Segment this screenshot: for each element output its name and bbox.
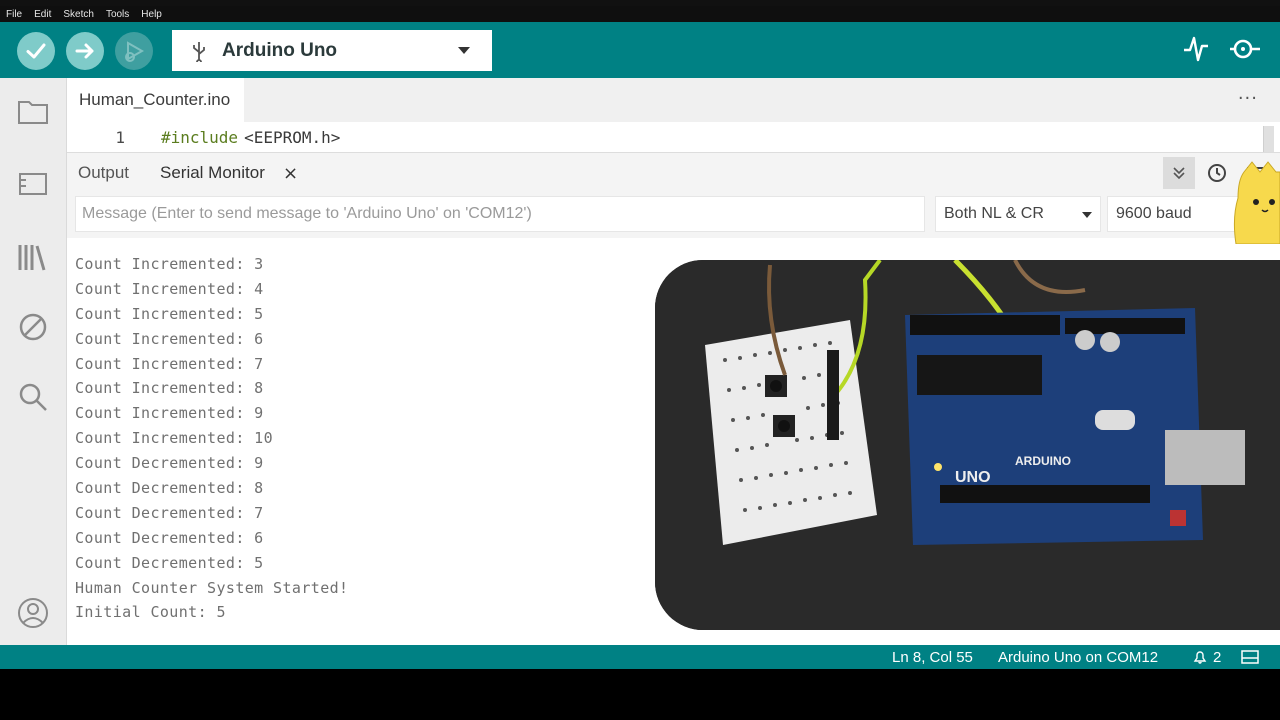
breadboard-arduino-image: UNO ARDUINO — [655, 260, 1280, 630]
serial-line: Count Incremented: 6 — [75, 329, 264, 348]
line-ending-value: Both NL & CR — [944, 205, 1044, 222]
library-icon[interactable] — [16, 240, 50, 274]
serial-line: Count Incremented: 8 — [75, 379, 264, 398]
debug-icon — [125, 41, 145, 62]
timestamp-button[interactable] — [1201, 157, 1233, 189]
serial-line: Count Incremented: 7 — [75, 354, 264, 373]
message-row: Message (Enter to send message to 'Ardui… — [67, 194, 1280, 238]
serial-line: Count Decremented: 7 — [75, 503, 264, 522]
menu-sketch[interactable]: Sketch — [57, 9, 100, 20]
tab-output[interactable]: Output — [78, 163, 129, 183]
pulse-icon — [1184, 36, 1208, 62]
bell-icon[interactable] — [1192, 649, 1208, 665]
svg-text:UNO: UNO — [955, 469, 991, 486]
serial-line: Count Incremented: 5 — [75, 304, 264, 323]
tab-serial-monitor[interactable]: Serial Monitor — [160, 163, 265, 183]
menu-file[interactable]: File — [0, 9, 28, 20]
board-selector[interactable]: Arduino Uno — [172, 30, 492, 71]
serial-line: Count Decremented: 6 — [75, 528, 264, 547]
tab-human-counter[interactable]: Human_Counter.ino — [67, 78, 245, 122]
serial-line: Count Decremented: 8 — [75, 479, 264, 498]
code-include: <EEPROM.h> — [244, 127, 341, 147]
message-input[interactable]: Message (Enter to send message to 'Ardui… — [75, 196, 925, 232]
chevron-down-icon — [1082, 212, 1092, 218]
menu-bar: File Edit Sketch Tools Help — [0, 6, 1280, 22]
status-bar: Ln 8, Col 55 Arduino Uno on COM12 2 — [0, 645, 1280, 669]
usb-icon — [193, 41, 205, 62]
letterbox-bottom — [0, 669, 1280, 720]
serial-line: Count Incremented: 9 — [75, 404, 264, 423]
menu-edit[interactable]: Edit — [28, 9, 57, 20]
debug-button[interactable] — [115, 32, 153, 70]
serial-lines: Count Incremented: 3 Count Incremented: … — [75, 252, 349, 625]
autoscroll-button[interactable] — [1163, 157, 1195, 189]
close-icon[interactable]: × — [283, 163, 298, 184]
menu-help[interactable]: Help — [135, 9, 168, 20]
more-actions-button[interactable]: ··· — [1238, 88, 1258, 109]
double-chevron-down-icon — [1173, 167, 1185, 180]
serial-line: Count Incremented: 10 — [75, 429, 274, 448]
clock-icon — [1208, 164, 1226, 182]
board-port-status[interactable]: Arduino Uno on COM12 — [998, 649, 1158, 666]
serial-line: Human Counter System Started! — [75, 578, 349, 597]
panel-toggle-icon[interactable] — [1241, 650, 1259, 664]
code-line[interactable]: 1 #include <EEPROM.h> — [67, 122, 1280, 152]
debug-disabled-icon[interactable] — [16, 310, 50, 344]
serial-plotter-button[interactable] — [1182, 34, 1210, 68]
board-manager-icon[interactable] — [16, 166, 50, 200]
code-keyword: #include — [161, 127, 239, 147]
svg-text:ARDUINO: ARDUINO — [1015, 454, 1071, 468]
serial-line: Initial Count: 5 — [75, 603, 226, 622]
arrow-right-icon — [75, 43, 94, 59]
editor-scrollbar[interactable] — [1263, 126, 1274, 152]
serial-line: Count Incremented: 4 — [75, 279, 264, 298]
verify-button[interactable] — [17, 32, 55, 70]
menu-tools[interactable]: Tools — [100, 9, 135, 20]
sidebar — [0, 78, 67, 645]
upload-button[interactable] — [66, 32, 104, 70]
monitor-icon — [1230, 39, 1260, 59]
mascot-sticker — [1233, 161, 1280, 244]
toolbar: Arduino Uno — [0, 22, 1280, 78]
search-icon[interactable] — [16, 380, 50, 414]
hardware-photo: UNO ARDUINO — [655, 260, 1280, 630]
serial-line: Count Decremented: 5 — [75, 553, 264, 572]
line-number: 1 — [115, 127, 125, 147]
panel-header: Output Serial Monitor × — [67, 152, 1280, 195]
serial-line: Count Decremented: 9 — [75, 454, 264, 473]
baud-value: 9600 baud — [1116, 205, 1192, 222]
editor-tabs: Human_Counter.ino ··· — [67, 78, 1280, 122]
cursor-position[interactable]: Ln 8, Col 55 — [892, 649, 973, 666]
folder-icon[interactable] — [16, 94, 50, 128]
check-icon — [26, 43, 46, 59]
profile-icon[interactable] — [16, 596, 50, 630]
notification-count: 2 — [1213, 649, 1222, 666]
serial-monitor-button[interactable] — [1228, 34, 1262, 68]
board-name: Arduino Uno — [222, 39, 338, 61]
serial-line: Count Incremented: 3 — [75, 255, 264, 273]
chevron-down-icon — [458, 47, 470, 54]
line-ending-select[interactable]: Both NL & CR — [935, 196, 1101, 232]
